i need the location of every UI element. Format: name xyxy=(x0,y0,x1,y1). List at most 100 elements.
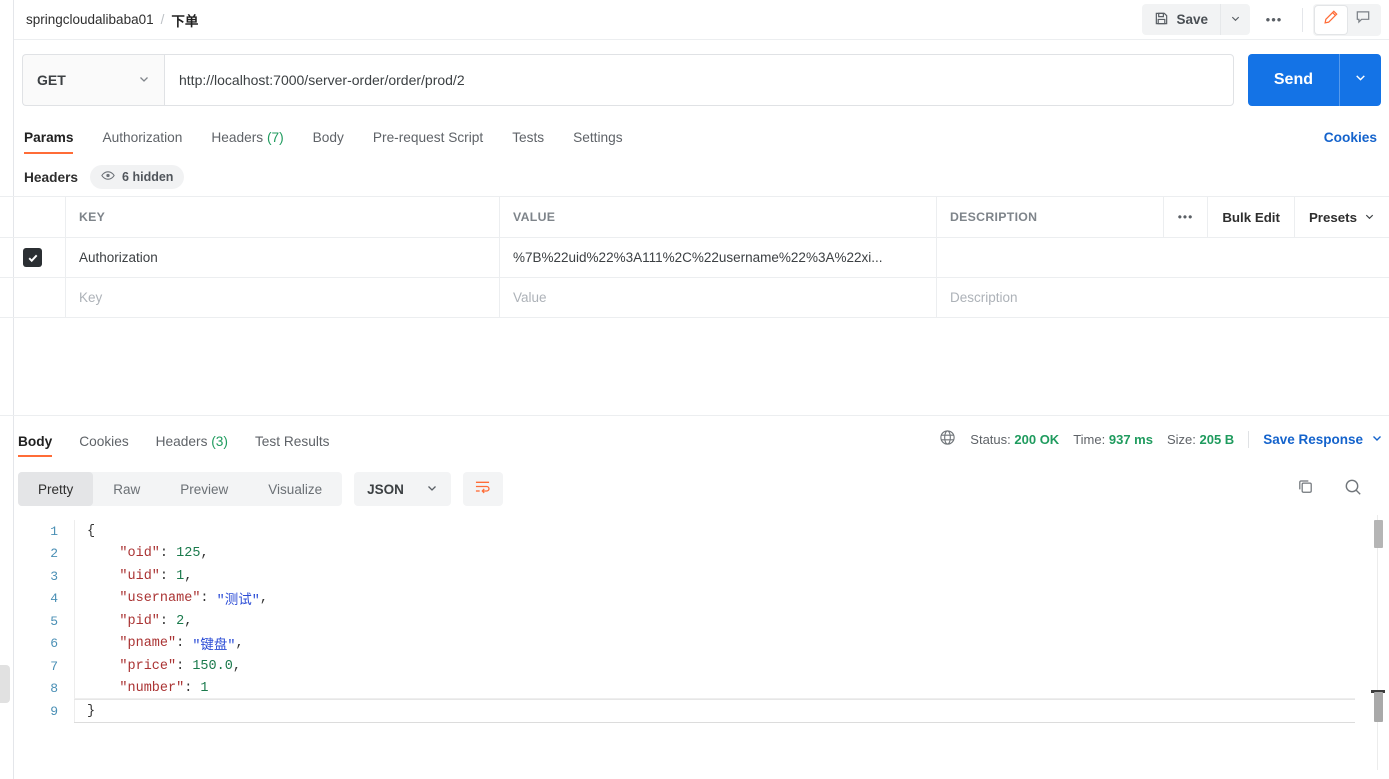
code-token: : xyxy=(184,681,201,697)
headers-table: KEY VALUE DESCRIPTION ••• Bulk Edit Pres… xyxy=(0,196,1389,318)
postman-window: springcloudalibaba01 / 下单 Save ••• GET h… xyxy=(0,0,1389,779)
tab-label: Test Results xyxy=(254,434,330,449)
tab-label: Pre-request Script xyxy=(372,130,484,145)
left-rail xyxy=(0,0,14,779)
row-description-cell[interactable] xyxy=(937,238,1389,277)
response-tab-cookies[interactable]: Cookies xyxy=(79,434,128,457)
hidden-headers-badge[interactable]: 6 hidden xyxy=(90,165,185,189)
code-token: } xyxy=(87,703,96,719)
chevron-down-icon xyxy=(138,72,150,88)
breadcrumb-current[interactable]: 下单 xyxy=(171,10,198,30)
line-content: "pname": "键盘", xyxy=(74,632,244,655)
tab-tests[interactable]: Tests xyxy=(512,130,544,154)
view-label: Raw xyxy=(113,481,141,497)
view-pretty[interactable]: Pretty xyxy=(18,472,94,506)
code-token: : xyxy=(159,546,177,562)
code-line: 8 "number": 1 xyxy=(14,677,1389,700)
line-content: } xyxy=(74,700,95,723)
copy-icon[interactable] xyxy=(1296,477,1315,501)
send-button[interactable]: Send xyxy=(1248,54,1339,106)
response-scrollbar-track[interactable] xyxy=(1377,515,1378,770)
save-response-button[interactable]: Save Response xyxy=(1263,432,1383,447)
code-line: 1{ xyxy=(14,520,1389,543)
description-placeholder: Description xyxy=(950,290,1018,305)
new-value-input[interactable]: Value xyxy=(500,278,937,317)
line-number: 1 xyxy=(50,523,58,539)
view-visualize[interactable]: Visualize xyxy=(248,472,342,506)
code-token: 125 xyxy=(176,546,201,562)
tab-label: Cookies xyxy=(79,434,129,449)
tab-label: Body xyxy=(312,130,344,145)
tab-params[interactable]: Params xyxy=(24,130,74,154)
sidebar-expand-handle[interactable] xyxy=(0,665,10,703)
globe-icon[interactable] xyxy=(939,429,956,449)
save-button[interactable]: Save xyxy=(1142,4,1220,35)
header-checkbox-col xyxy=(0,197,66,237)
tab-pre-request-script[interactable]: Pre-request Script xyxy=(373,130,483,154)
response-tab-test-results[interactable]: Test Results xyxy=(255,434,330,457)
column-label: VALUE xyxy=(513,210,556,224)
tab-headers[interactable]: Headers (7) xyxy=(211,130,283,154)
send-group: Send xyxy=(1247,54,1381,106)
tab-label: Settings xyxy=(573,130,623,145)
format-select[interactable]: JSON xyxy=(354,472,451,506)
bulk-edit-button[interactable]: Bulk Edit xyxy=(1207,196,1294,238)
response-tab-body[interactable]: Body xyxy=(18,434,53,457)
more-options-button[interactable]: ••• xyxy=(1256,4,1292,35)
format-label: JSON xyxy=(367,481,404,497)
response-tabs: Body Cookies Headers (3) Test Results St… xyxy=(14,423,1389,457)
response-toolbar: Pretty Raw Preview Visualize JSON xyxy=(14,470,1389,508)
table-header-row: KEY VALUE DESCRIPTION ••• Bulk Edit Pres… xyxy=(0,196,1389,238)
tab-label: Body xyxy=(18,434,53,449)
table-row-empty[interactable]: Key Value Description xyxy=(0,278,1389,318)
search-icon[interactable] xyxy=(1343,477,1363,502)
table-more-button[interactable]: ••• xyxy=(1162,196,1208,238)
response-toolbar-actions xyxy=(1296,477,1389,502)
chevron-down-icon xyxy=(426,482,438,497)
status-group: Status: 200 OK xyxy=(970,432,1059,447)
code-token: { xyxy=(87,523,96,539)
method-select[interactable]: GET xyxy=(22,54,164,106)
response-divider xyxy=(0,415,1389,416)
view-preview[interactable]: Preview xyxy=(160,472,248,506)
chevron-down-icon xyxy=(1371,432,1383,447)
code-line: 4 "username": "测试", xyxy=(14,587,1389,610)
response-scrollbar-thumb-secondary[interactable] xyxy=(1374,692,1383,722)
row-key-cell[interactable]: Authorization xyxy=(66,238,500,277)
row-checkbox[interactable] xyxy=(23,248,42,267)
send-dropdown-button[interactable] xyxy=(1339,54,1381,106)
cookies-link[interactable]: Cookies xyxy=(1324,130,1389,154)
comments-button[interactable] xyxy=(1347,6,1379,34)
code-token: , xyxy=(184,568,193,584)
code-token: , xyxy=(232,658,241,674)
chevron-down-icon xyxy=(1364,210,1375,225)
line-number: 4 xyxy=(50,591,58,607)
code-token: "pid" xyxy=(87,613,160,629)
column-value: VALUE xyxy=(500,197,937,237)
code-token: , xyxy=(184,613,193,629)
response-scrollbar-thumb[interactable] xyxy=(1374,520,1383,548)
code-line: 9} xyxy=(14,700,1389,723)
url-input[interactable]: http://localhost:7000/server-order/order… xyxy=(164,54,1234,106)
column-key: KEY xyxy=(66,197,500,237)
tab-label: Params xyxy=(24,130,74,145)
tab-body[interactable]: Body xyxy=(313,130,344,154)
line-number: 8 xyxy=(50,681,58,697)
code-token: 150.0 xyxy=(192,658,233,674)
presets-button[interactable]: Presets xyxy=(1293,196,1389,238)
table-row[interactable]: Authorization %7B%22uid%22%3A111%2C%22us… xyxy=(0,238,1389,278)
tab-authorization[interactable]: Authorization xyxy=(102,130,182,154)
edit-mode-button[interactable] xyxy=(1315,5,1347,34)
tab-settings[interactable]: Settings xyxy=(573,130,622,154)
response-tab-headers[interactable]: Headers (3) xyxy=(156,434,228,457)
view-label: Visualize xyxy=(268,481,323,497)
word-wrap-button[interactable] xyxy=(462,472,503,506)
tab-label: Tests xyxy=(512,130,545,145)
code-token: "price" xyxy=(87,658,177,674)
new-description-input[interactable]: Description xyxy=(937,278,1389,317)
new-key-input[interactable]: Key xyxy=(66,278,500,317)
view-raw[interactable]: Raw xyxy=(93,472,160,506)
breadcrumb-root[interactable]: springcloudalibaba01 xyxy=(26,12,154,27)
save-dropdown-button[interactable] xyxy=(1220,4,1250,35)
row-value-cell[interactable]: %7B%22uid%22%3A111%2C%22username%22%3A%2… xyxy=(500,238,937,277)
